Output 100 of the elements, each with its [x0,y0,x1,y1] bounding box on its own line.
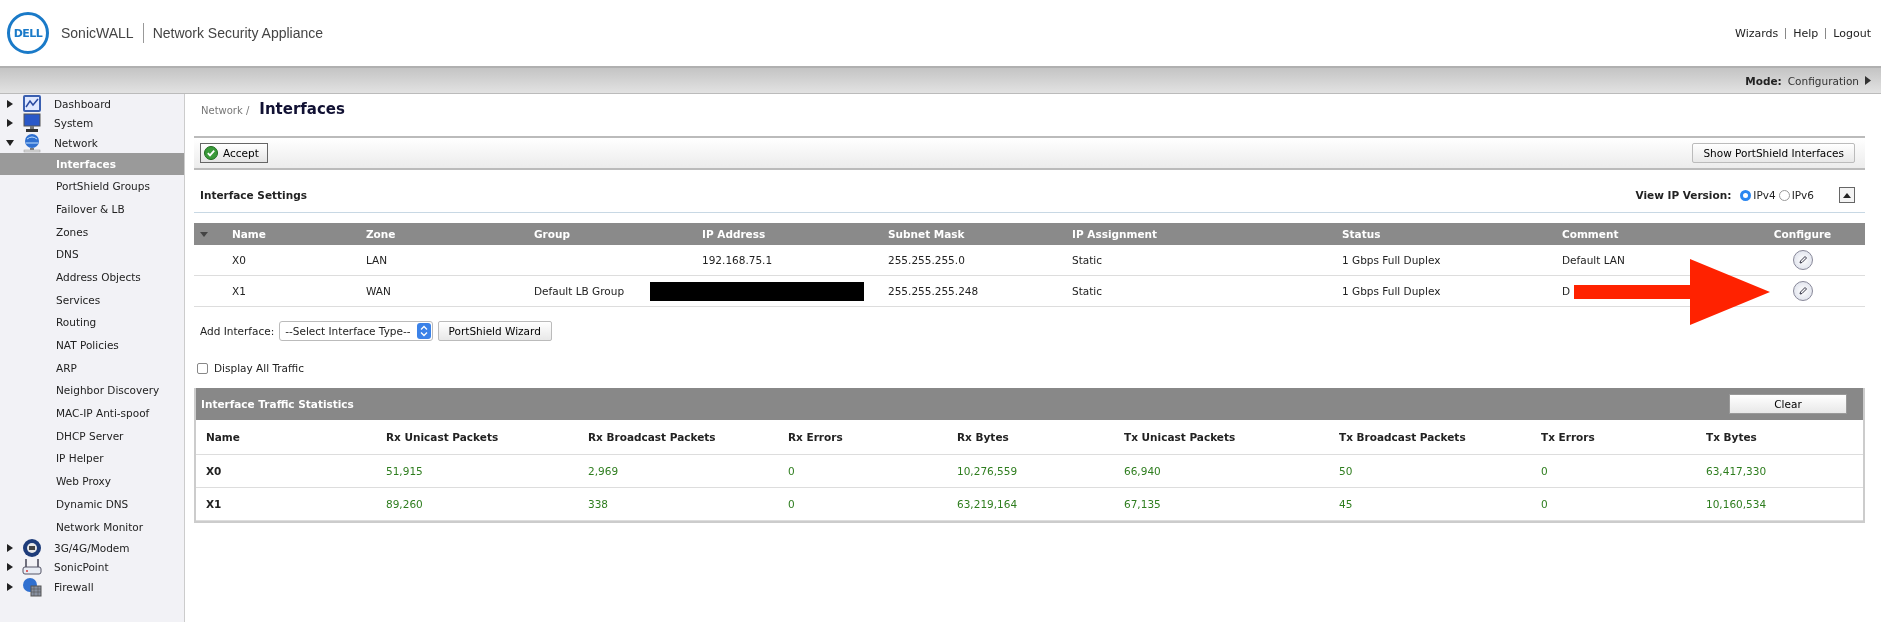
column-header: Rx Errors [788,431,844,443]
table-cell-text: Default LB Group [534,285,626,297]
table-cell-text: X1 [232,285,247,297]
column-header: Group [534,228,571,240]
sidebar-subitem[interactable]: PortShield Groups [0,175,184,198]
mode-label: Mode: [1745,74,1782,87]
table-cell-text: 10,160,534 [1706,498,1768,510]
table-cell-text: 89,260 [386,498,424,510]
sidebar-item[interactable]: 3G/4G/Modem [0,538,184,558]
table-cell-text: 51,915 [386,465,424,477]
edit-button[interactable] [1792,250,1813,270]
header-link[interactable]: Wizards [1735,26,1779,40]
chart-monitor-icon [22,93,42,114]
column-header: Tx Broadcast Packets [1339,431,1467,443]
clear-button[interactable]: Clear [1729,394,1847,414]
column-header: Configure [1772,228,1833,240]
table-cell-text: 1 Gbps Full Duplex [1342,254,1442,266]
header-link[interactable]: Help [1793,26,1819,40]
globe-icon [22,132,42,153]
table-cell-text: 0 [1541,498,1549,510]
computer-monitor-icon [22,113,42,134]
sidebar-item[interactable]: Firewall [0,577,184,597]
sidebar-item[interactable]: SonicPoint [0,557,184,578]
sidebar-subitem[interactable]: Network Monitor [0,515,184,539]
sidebar-subitem[interactable]: Neighbor Discovery [0,379,184,403]
sidebar-subitem[interactable]: Failover & LB [0,197,184,221]
brand-name: SonicWALL [61,23,144,43]
section-title: Interface Settings [200,189,307,201]
table-cell-text: 63,219,164 [957,498,1019,510]
column-header: Rx Unicast Packets [386,431,500,443]
table-cell-text: 67,135 [1124,498,1162,510]
column-header: Tx Unicast Packets [1124,431,1237,443]
column-header: Name [232,228,267,240]
accept-button[interactable]: Accept [200,143,268,163]
sidebar-subitem[interactable]: Web Proxy [0,470,184,493]
table-cell-text: X1 [206,498,223,510]
logo-badge: DELL [7,12,49,54]
triangle-right-icon [1865,76,1871,85]
table-cell-text: Default LAN [1562,254,1626,266]
sidebar-item[interactable]: Network [0,133,184,153]
table-cell-text: 1 Gbps Full Duplex [1342,285,1442,297]
column-header: Zone [366,228,397,240]
breadcrumb-link[interactable]: Network / [201,105,250,116]
ip-version-label: View IP Version: [1635,189,1732,201]
sidebar-subitem[interactable]: Zones [0,220,184,244]
column-header: Tx Errors [1541,431,1596,443]
collapse-button[interactable] [1839,187,1855,203]
column-header: Tx Bytes [1706,431,1758,443]
product-name: Network Security Appliance [152,25,324,41]
table-cell-text: 338 [588,498,610,510]
sidebar-subitem[interactable]: ARP [0,356,184,380]
ip-version-radio[interactable]: IPv4 [1740,189,1776,201]
edit-button[interactable] [1792,281,1813,301]
table-cell-text: 0 [788,498,796,510]
sidebar-subitem[interactable]: DHCP Server [0,424,184,448]
table-cell-text: 2,969 [588,465,620,477]
sort-triangle-icon [200,231,208,237]
table-cell-text: Static [1072,254,1104,266]
sidebar-subitem[interactable]: Address Objects [0,265,184,289]
column-header: Rx Bytes [957,431,1010,443]
add-interface-label: Add Interface: [200,325,275,337]
ip-version-radio[interactable]: IPv6 [1778,189,1814,201]
sidebar-subitem[interactable]: Services [0,288,184,312]
panel-title: Interface Traffic Statistics [201,398,354,410]
column-header: Status [1342,228,1382,240]
radio-circle[interactable] [1740,189,1752,201]
table-cell-text: 10,276,559 [957,465,1019,477]
sidebar-item[interactable]: Dashboard [0,94,184,114]
globe-wall-icon [22,576,42,597]
sidebar-subitem[interactable]: MAC-IP Anti-spoof [0,402,184,425]
check-circle-icon [204,146,218,160]
display-all-traffic-checkbox[interactable]: Display All Traffic [194,360,1865,376]
checkbox[interactable] [197,362,208,374]
show-portshield-button[interactable]: Show PortShield Interfaces [1692,143,1855,163]
table-cell-text: 255.255.255.248 [888,285,980,297]
table-cell-text: LAN [366,254,389,266]
pencil-icon [1797,255,1808,265]
header-link[interactable]: Logout [1833,26,1871,40]
sidebar-subitem[interactable]: DNS [0,243,184,266]
portshield-wizard-button[interactable]: PortShield Wizard [437,321,552,341]
interface-type-select[interactable]: --Select Interface Type-- [279,321,433,341]
sidebar-item[interactable]: System [0,113,184,133]
sidebar-subitem[interactable]: NAT Policies [0,334,184,357]
table-cell-text: 66,940 [1124,465,1162,477]
sidebar-subitem[interactable]: Dynamic DNS [0,492,184,516]
column-header: Name [206,431,241,443]
mode-link[interactable]: Configuration [1787,74,1859,87]
table-cell-text: 50 [1339,465,1354,477]
table-cell-text: Static [1072,285,1104,297]
column-header: Comment [1562,228,1620,240]
table-cell-text: D [1562,285,1572,297]
up-down-arrows-icon [416,323,431,339]
table-cell: 192.168.75.1 [702,254,773,266]
sidebar-subitem[interactable]: IP Helper [0,447,184,471]
table-cell-text: X0 [232,254,247,266]
table-cell-text: WAN [366,285,392,297]
sidebar-subitem[interactable]: Routing [0,311,184,334]
round-device-icon [22,537,42,558]
column-header: Rx Broadcast Packets [588,431,717,443]
radio-circle[interactable] [1778,189,1790,201]
